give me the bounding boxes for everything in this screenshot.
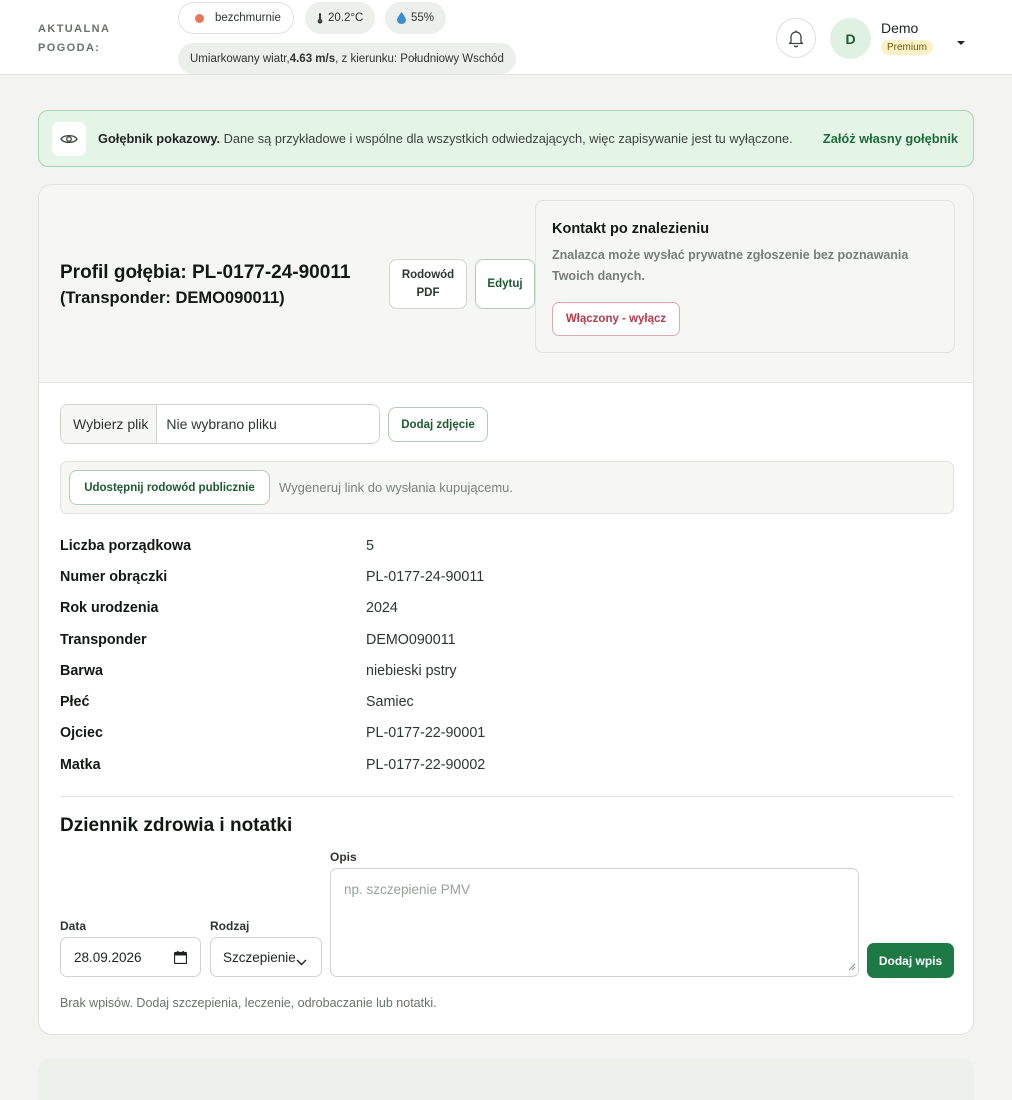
date-value: 28.09.2026 — [74, 949, 142, 965]
detail-key: Liczba porządkowa — [60, 537, 192, 554]
detail-row: Transponder DEMO090011 — [60, 624, 954, 655]
thermometer-icon — [317, 12, 323, 24]
empty-entries-note: Brak wpisów. Dodaj szczepienia, leczenie… — [60, 996, 437, 1010]
humidity-value: 55% — [411, 12, 435, 24]
detail-row: Numer obrączki PL-0177-24-90011 — [60, 561, 954, 592]
detail-value: PL-0177-22-90002 — [366, 756, 486, 773]
wind-direction: , z kierunku: Południowy Wschód — [335, 52, 504, 65]
detail-value: PL-0177-24-90011 — [366, 568, 485, 585]
detail-row: Matka PL-0177-22-90002 — [60, 749, 954, 780]
wind-speed: 4.63 m/s — [289, 52, 336, 65]
demo-banner-bold: Gołębnik pokazowy. — [98, 131, 221, 146]
eye-icon — [52, 121, 86, 156]
profile-title-main: Profil gołębia: PL-0177-24-90011 — [60, 262, 351, 283]
weather-condition: bezchmurnie — [215, 12, 281, 24]
entry-type-value: Szczepienie — [223, 949, 296, 965]
detail-value: 5 — [366, 537, 374, 554]
description-textarea[interactable]: np. szczepienie PMV — [330, 868, 859, 977]
file-name: Nie wybrano pliku — [166, 416, 277, 432]
detail-row: Barwa niebieski pstry — [60, 655, 954, 686]
detail-value: niebieski pstry — [366, 662, 457, 679]
pedigree-pdf-label-2: PDF — [416, 287, 440, 299]
section-divider — [60, 796, 954, 797]
share-pedigree-panel: Udostępnij rodowód publicznie Wygeneruj … — [60, 461, 954, 514]
avatar[interactable]: D — [830, 18, 871, 59]
wind-pill: Umiarkowany wiatr, 4.63 m/s, z kierunku: … — [178, 43, 516, 74]
page-title: Profil gołębia: PL-0177-24-90011 (Transp… — [60, 260, 370, 311]
add-entry-button[interactable]: Dodaj wpis — [867, 943, 954, 978]
bell-icon — [788, 30, 804, 47]
description-placeholder: np. szczepienie PMV — [344, 882, 471, 897]
entry-type-select[interactable]: Szczepienie — [210, 937, 322, 977]
plan-badge: Premium — [881, 40, 934, 55]
description-label: Opis — [330, 850, 357, 864]
temperature-value: 20.2°C — [328, 12, 364, 24]
pedigree-pdf-label-1: Rodowód — [401, 269, 455, 281]
notifications-button[interactable] — [776, 18, 816, 58]
user-name[interactable]: Demo — [881, 20, 918, 36]
detail-key: Rok urodzenia — [60, 600, 159, 617]
detail-key: Numer obrączki — [60, 568, 168, 585]
create-loft-link[interactable]: Załóż własny gołębnik — [823, 131, 958, 146]
found-contact-title: Kontakt po znalezieniu — [552, 221, 710, 237]
edit-button[interactable]: Edytuj — [475, 259, 535, 309]
temperature-pill: 20.2°C — [305, 2, 376, 34]
found-contact-description: Znalazca może wysłać prywatne zgłoszenie… — [552, 248, 909, 283]
detail-key: Transponder — [60, 631, 147, 648]
demo-banner-description: Dane są przykładowe i wspólne dla wszyst… — [220, 131, 793, 146]
type-label: Rodzaj — [210, 919, 250, 933]
choose-file-button[interactable]: Wybierz plik — [61, 405, 158, 443]
detail-row: Ojciec PL-0177-22-90001 — [60, 718, 954, 749]
add-photo-button[interactable]: Dodaj zdjęcie — [388, 407, 488, 442]
sun-icon — [195, 13, 204, 23]
pigeon-profile-card: Profil gołębia: PL-0177-24-90011 (Transp… — [38, 184, 974, 1035]
share-pedigree-button[interactable]: Udostępnij rodowód publicznie — [69, 470, 270, 505]
detail-row: Rok urodzenia 2024 — [60, 593, 954, 624]
detail-value: Samiec — [366, 694, 414, 711]
demo-banner-text: Gołębnik pokazowy. Dane są przykładowe i… — [98, 131, 823, 146]
detail-key: Ojciec — [60, 725, 103, 742]
user-menu-caret-icon[interactable] — [956, 33, 966, 51]
weather-condition-pill: bezchmurnie — [178, 2, 294, 34]
humidity-pill: 55% — [385, 2, 447, 34]
share-pedigree-hint: Wygeneruj link do wysłania kupującemu. — [279, 480, 513, 495]
pigeon-details: Liczba porządkowa 5 Numer obrączki PL-0177… — [60, 530, 954, 780]
health-log-title: Dziennik zdrowia i notatki — [60, 815, 293, 836]
resize-handle-icon[interactable] — [848, 959, 856, 974]
next-section-card — [38, 1059, 974, 1100]
detail-value: PL-0177-22-90001 — [366, 725, 486, 742]
demo-banner: Gołębnik pokazowy. Dane są przykładowe i… — [38, 110, 974, 167]
chevron-down-icon — [296, 954, 307, 969]
pedigree-pdf-button[interactable]: Rodowód PDF — [389, 259, 467, 309]
photo-file-input[interactable]: Wybierz plik Nie wybrano pliku — [60, 404, 380, 444]
date-input[interactable]: 28.09.2026 — [60, 937, 201, 977]
droplet-icon — [397, 12, 406, 24]
found-contact-panel: Kontakt po znalezieniu Znalazca może wys… — [535, 200, 955, 353]
detail-key: Płeć — [60, 694, 90, 711]
detail-row: Płeć Samiec — [60, 686, 954, 717]
weather-label: AKTUALNA POGODA: — [38, 23, 110, 54]
detail-key: Matka — [60, 756, 101, 773]
calendar-icon[interactable] — [173, 951, 188, 967]
profile-header: Profil gołębia: PL-0177-24-90011 (Transp… — [39, 185, 973, 383]
detail-row: Liczba porządkowa 5 — [60, 530, 954, 561]
detail-key: Barwa — [60, 662, 103, 679]
detail-value: 2024 — [366, 600, 398, 617]
wind-prefix: Umiarkowany wiatr, — [190, 52, 290, 65]
top-bar: AKTUALNA POGODA: bezchmurnie 20.2°C 55% … — [0, 0, 1012, 75]
date-label: Data — [60, 919, 87, 933]
found-contact-toggle-button[interactable]: Włączony - wyłącz — [552, 302, 680, 336]
detail-value: DEMO090011 — [366, 631, 456, 648]
profile-title-transponder: (Transponder: DEMO090011) — [60, 289, 285, 307]
